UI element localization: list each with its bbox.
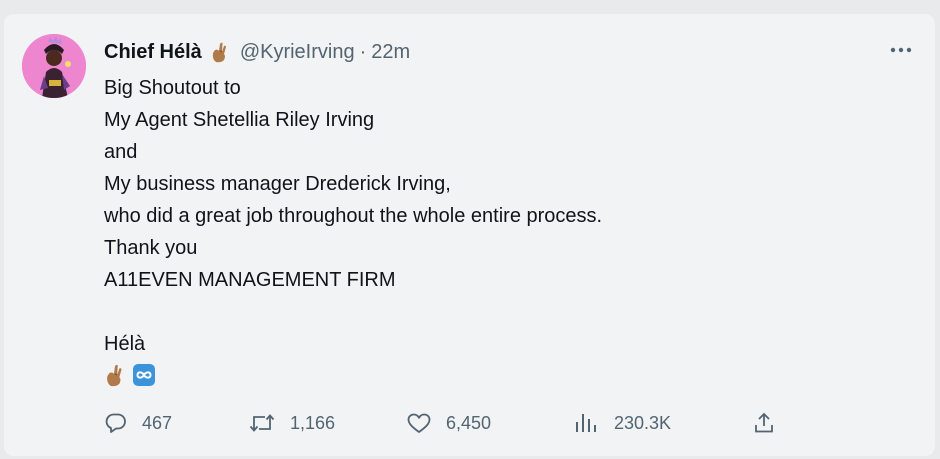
share-button[interactable] (752, 408, 790, 438)
views-bar-chart-icon (576, 414, 596, 432)
crossed-fingers-emoji (104, 363, 126, 397)
emoji-row (104, 364, 884, 396)
crossed-fingers-emoji (210, 41, 230, 63)
heart-icon (407, 413, 431, 433)
views-button[interactable]: 230.3K (574, 408, 671, 438)
avatar-image (22, 34, 86, 98)
retweet-icon (249, 414, 275, 432)
tweet-header: Chief Hélà @KyrieIrving · 22m (104, 40, 410, 64)
like-button[interactable]: 6,450 (406, 408, 491, 438)
reply-count: 467 (142, 412, 173, 433)
infinity-emoji (132, 363, 156, 397)
timestamp[interactable]: 22m (371, 40, 410, 64)
reply-button[interactable]: 467 (104, 408, 172, 438)
share-upload-icon (755, 412, 773, 433)
retweet-button[interactable]: 1,166 (248, 408, 335, 438)
tweet-line: My business manager Drederick Irving, (104, 173, 451, 195)
like-count: 6,450 (446, 412, 492, 433)
tweet-line: A11EVEN MANAGEMENT FIRM (104, 269, 396, 291)
avatar[interactable] (22, 34, 86, 98)
tweet-card[interactable]: Chief Hélà @KyrieIrving · 22m Big Shouto… (4, 14, 935, 456)
views-count: 230.3K (614, 412, 672, 433)
tweet-line (104, 296, 884, 328)
author-name[interactable]: Chief Hélà (104, 40, 202, 64)
tweet-actions: 467 1,166 6,450 230.3K (104, 408, 794, 438)
separator-dot: · (359, 41, 367, 63)
tweet-line: Big Shoutout to (104, 77, 241, 99)
tweet-line: My Agent Shetellia Riley Irving (104, 109, 375, 131)
author-handle[interactable]: @KyrieIrving (240, 40, 355, 64)
reply-bubble-icon (105, 413, 126, 433)
tweet-line: and (104, 141, 138, 163)
tweet-line: Hélà (104, 333, 146, 355)
tweet-line: Thank you (104, 237, 198, 259)
retweet-count: 1,166 (290, 412, 336, 433)
tweet-text: Big Shoutout to My Agent Shetellia Riley… (104, 72, 884, 396)
more-horizontal-icon[interactable] (883, 36, 919, 64)
tweet-line: who did a great job throughout the whole… (104, 205, 603, 227)
